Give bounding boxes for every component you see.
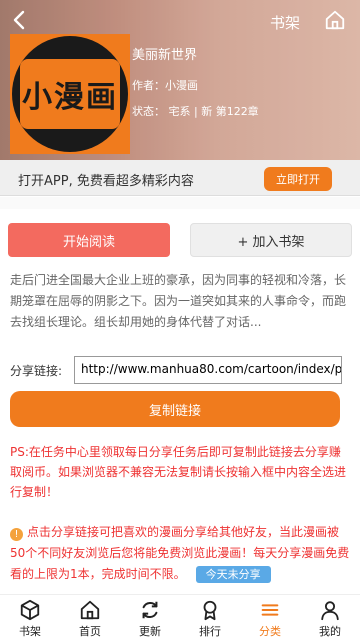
cube-icon [20, 599, 40, 621]
nav-label: 分类 [259, 625, 281, 638]
app-banner: 打开APP, 免费看超多精彩内容 立即打开 [0, 160, 360, 196]
section-divider [0, 197, 360, 209]
book-cover[interactable]: 小漫画 [10, 34, 130, 154]
nav-item-home[interactable]: 首页 [60, 595, 120, 640]
cover-logo-text: 小漫画 [20, 59, 120, 129]
top-bar: 书架 [0, 0, 360, 44]
book-description: 走后门进全国最大企业上班的豪承，因为同事的轻视和冷落，长期笼罩在屈辱的阴影之下。… [10, 273, 347, 329]
shelf-link[interactable]: 书架 [270, 12, 300, 33]
share-tip: ! 点击分享链接可把喜欢的漫画分享给其他好友，当此漫画被50个不同好友浏览后您将能… [10, 522, 352, 585]
home-icon[interactable] [324, 8, 346, 32]
nav-label: 首页 [79, 625, 101, 638]
nav-item-ranking[interactable]: 排行 [180, 595, 240, 640]
warning-icon: ! [10, 528, 23, 541]
home-icon [80, 600, 100, 620]
start-reading-button[interactable]: 开始阅读 [8, 223, 170, 257]
nav-item-profile[interactable]: 我的 [300, 595, 360, 640]
share-tip-text: 点击分享链接可把喜欢的漫画分享给其他好友，当此漫画被50个不同好友浏览后您将能免… [10, 525, 350, 581]
app-banner-text: 打开APP, 免费看超多精彩内容 [18, 174, 194, 189]
medal-icon [203, 600, 217, 621]
share-status-badge: 今天未分享 [195, 566, 271, 583]
book-info: 美丽新世界 作者：小漫画 状态： 宅系 | 新 第122章 [132, 44, 259, 129]
cover-logo-ring: 小漫画 [12, 36, 128, 152]
nav-label: 更新 [139, 625, 161, 638]
book-title: 美丽新世界 [132, 48, 198, 63]
add-to-shelf-button[interactable]: + 加入书架 [190, 223, 352, 257]
share-link-input[interactable]: http://www.manhua80.com/cartoon/index/pc [74, 356, 342, 384]
open-app-button[interactable]: 立即打开 [264, 167, 332, 191]
share-link-label: 分享链接: [10, 364, 63, 378]
refresh-icon [142, 601, 158, 619]
nav-item-category[interactable]: 分类 [240, 595, 300, 640]
nav-label: 排行 [199, 625, 221, 638]
back-arrow-icon[interactable] [8, 8, 32, 32]
nav-item-update[interactable]: 更新 [120, 595, 180, 640]
nav-item-shelf[interactable]: 书架 [0, 595, 60, 640]
copy-link-button[interactable]: 复制链接 [10, 391, 340, 427]
nav-label: 书架 [19, 625, 41, 638]
menu-icon [261, 604, 279, 616]
bottom-nav: 书架 首页 更新 排行 分类 我的 [0, 594, 360, 640]
user-icon [321, 601, 339, 621]
nav-label: 我的 [319, 625, 341, 638]
book-status: 状态： 宅系 | 新 第122章 [132, 105, 259, 118]
book-author: 作者：小漫画 [132, 79, 198, 92]
ps-notice: PS:在任务中心里领取每日分享任务后即可复制此链接去分享赚取阅币。如果浏览器不兼… [10, 445, 347, 499]
